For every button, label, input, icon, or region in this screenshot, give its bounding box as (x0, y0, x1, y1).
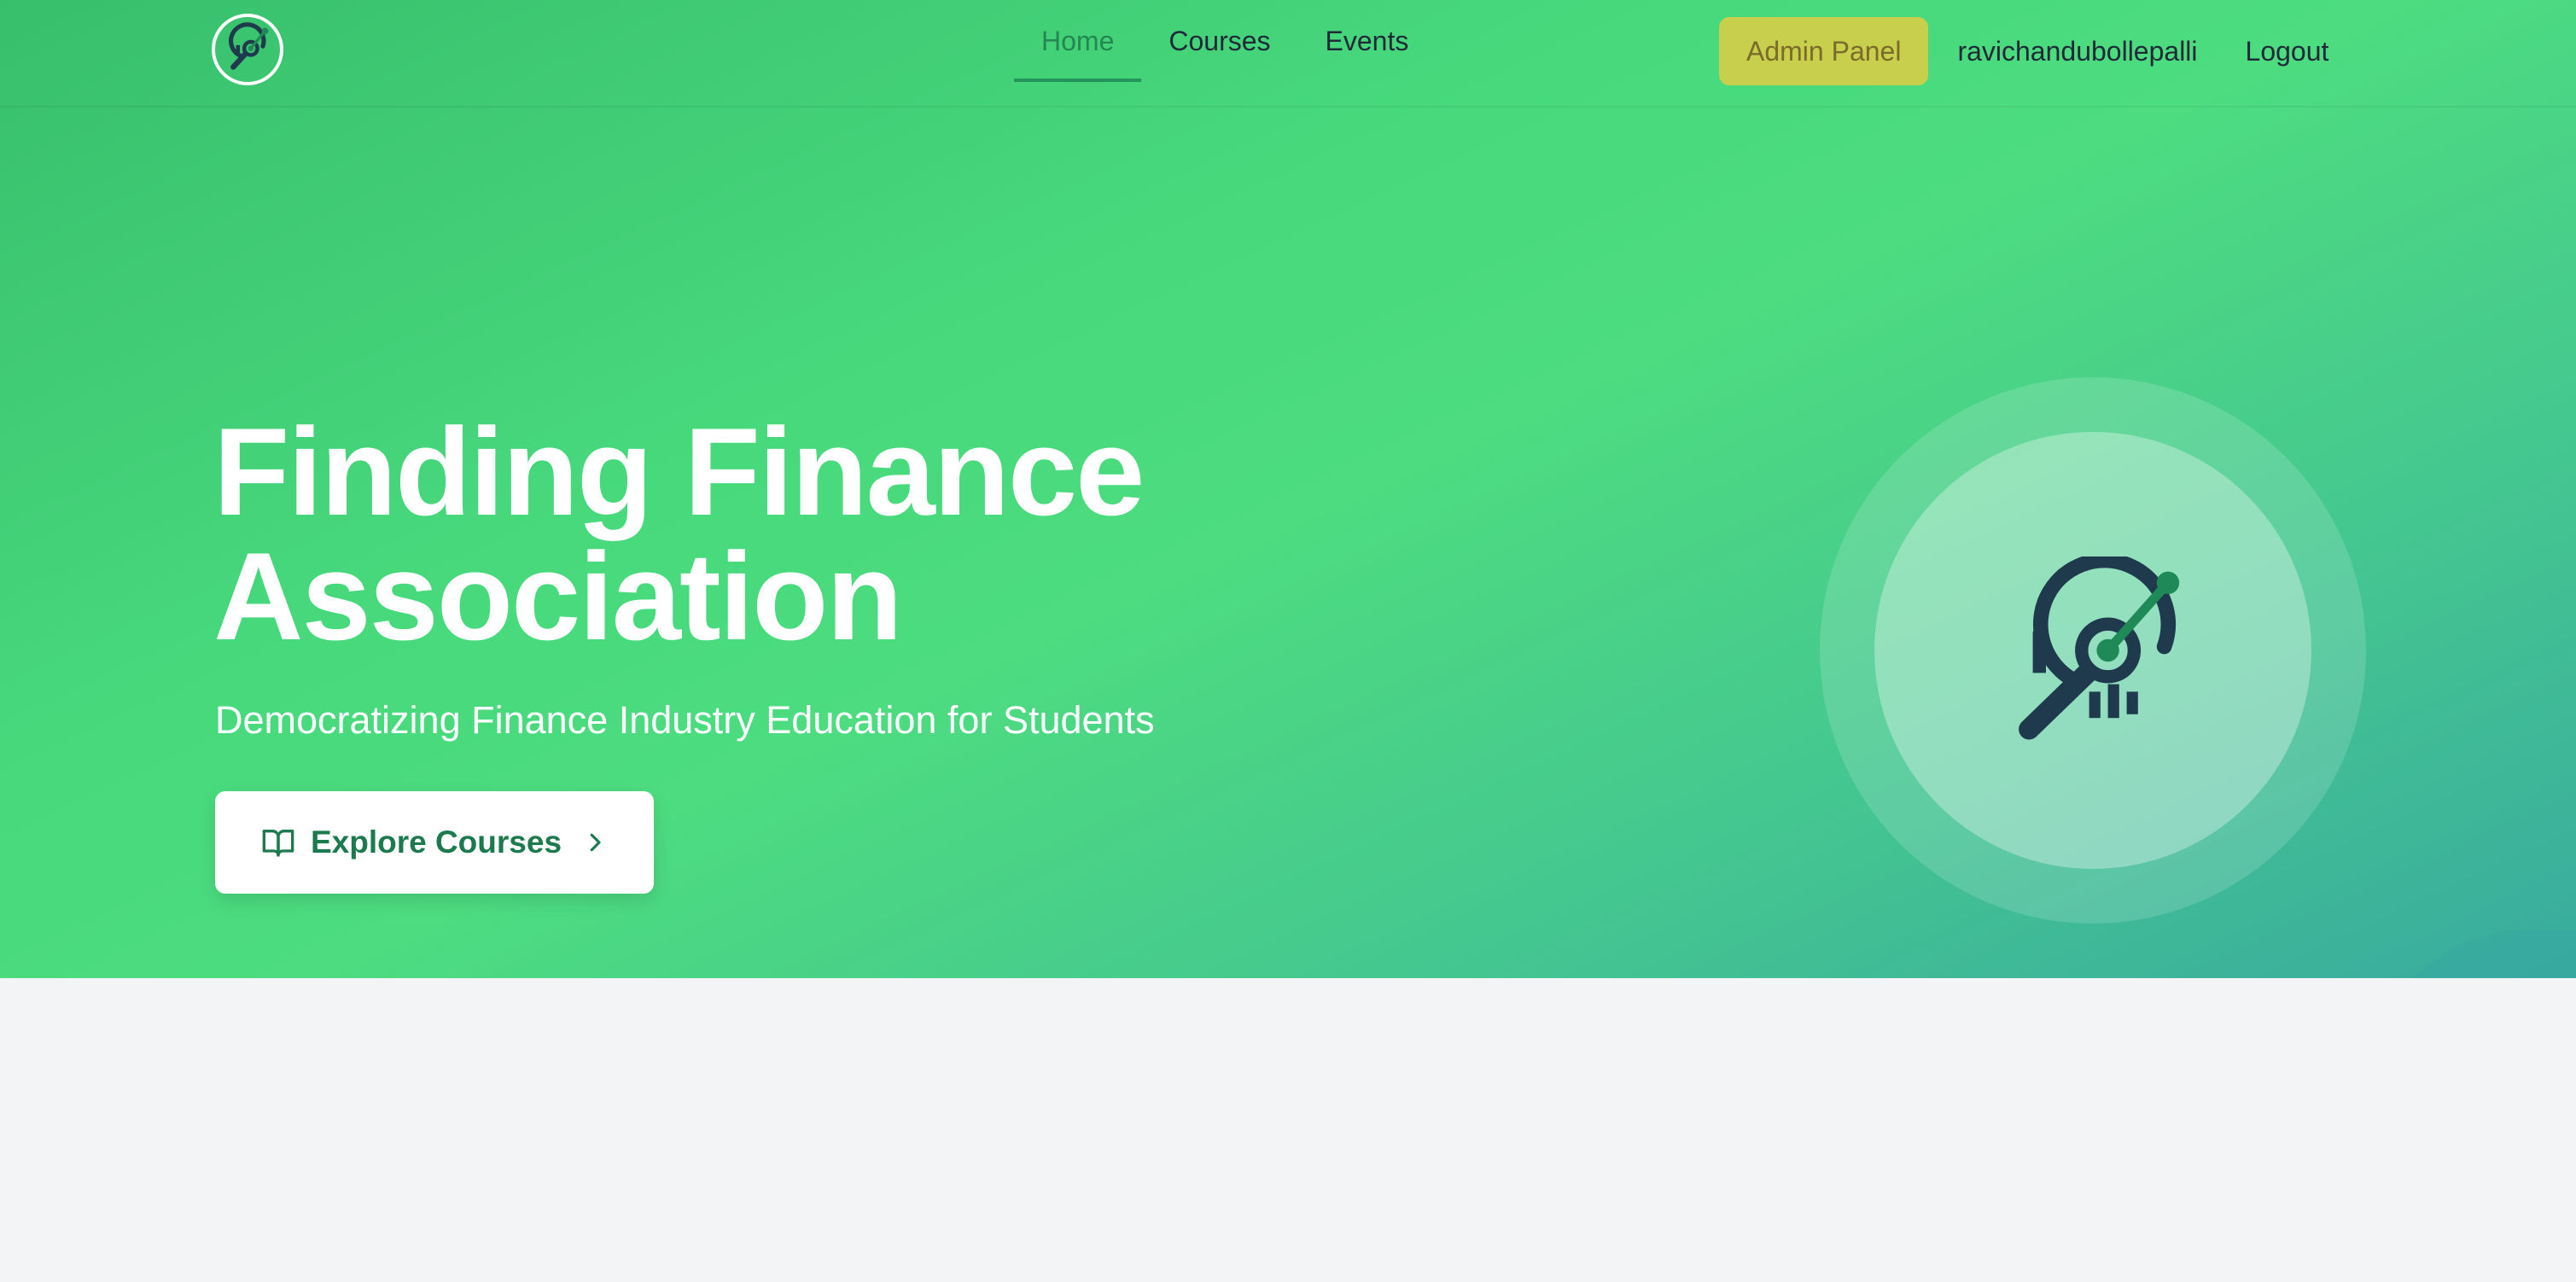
admin-panel-button[interactable]: Admin Panel (1719, 17, 1929, 85)
logo[interactable] (212, 14, 283, 85)
username-link[interactable]: ravichandubollepalli (1957, 36, 2197, 67)
hero-badge-inner (1874, 432, 2311, 869)
hero-badge (1820, 377, 2366, 924)
hero-subtitle: Democratizing Finance Industry Education… (215, 698, 1155, 742)
nav-link-courses[interactable]: Courses (1141, 0, 1297, 82)
explore-courses-label: Explore Courses (310, 825, 562, 860)
finance-search-logo-icon (229, 22, 269, 70)
content-area (0, 978, 2576, 1282)
navbar: Home Courses Events Admin Panel ravichan… (0, 0, 2576, 108)
logout-link[interactable]: Logout (2246, 36, 2329, 67)
hero-title: Finding Finance Association (213, 402, 1145, 666)
hero-title-line-1: Finding Finance (213, 402, 1145, 541)
finance-search-logo-icon (2019, 557, 2180, 740)
hero-wave-decoration (2405, 930, 2576, 982)
explore-courses-button[interactable]: Explore Courses (215, 791, 654, 894)
nav-link-events[interactable]: Events (1298, 0, 1437, 82)
hero-title-line-2: Association (213, 527, 903, 666)
book-open-icon (261, 825, 295, 860)
nav-link-home[interactable]: Home (1014, 0, 1142, 82)
nav-links: Home Courses Events (1014, 0, 1436, 82)
chevron-right-icon (582, 830, 608, 855)
nav-user-area: Admin Panel ravichandubollepalli Logout (1719, 17, 2328, 85)
